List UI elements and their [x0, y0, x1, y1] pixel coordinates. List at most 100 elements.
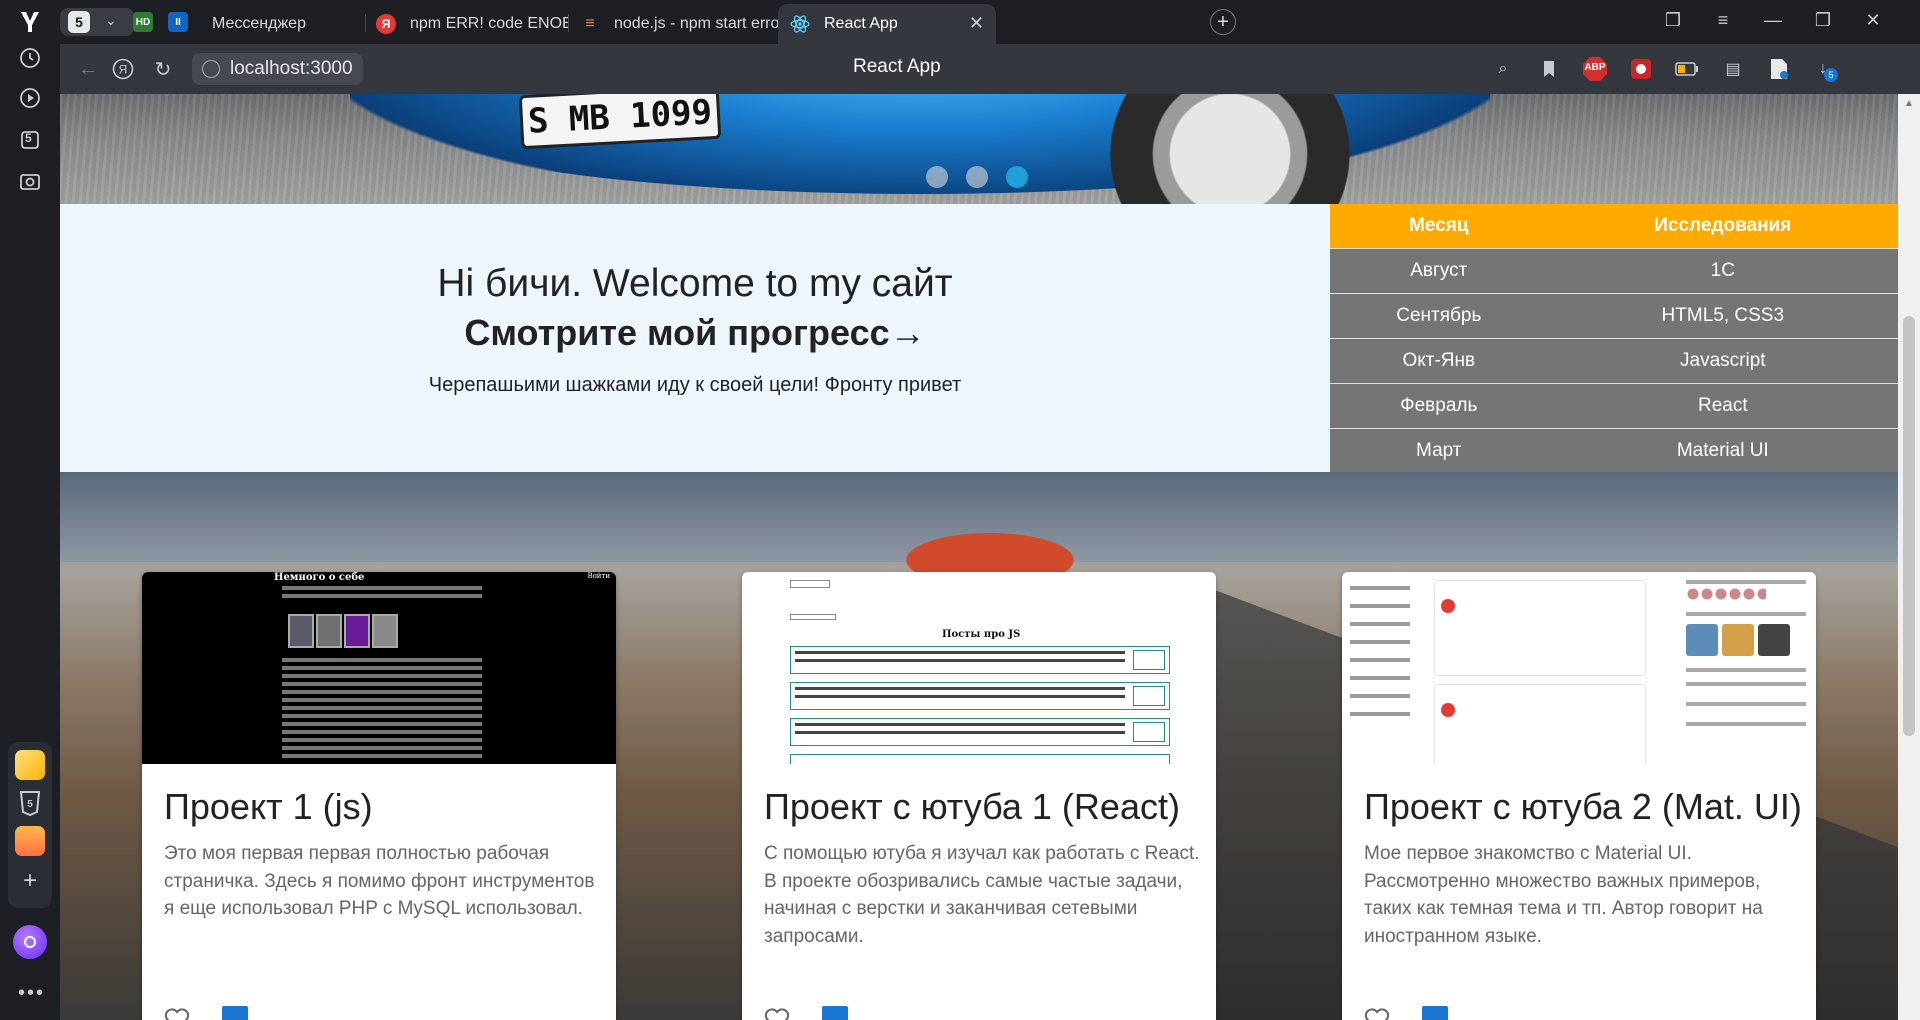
carousel-dot-1[interactable] — [926, 166, 948, 188]
browser-sidebar: 5 5 + ••• — [0, 0, 60, 1020]
thumb-title: Немного о себе — [274, 572, 365, 583]
menu-icon[interactable]: ≡ — [1710, 10, 1736, 31]
tab-label: React App — [824, 15, 898, 32]
yandex-favicon: Я — [376, 14, 396, 34]
project-card-1[interactable]: Немного о себе Войти Проект 1 (js) Это м… — [142, 572, 616, 1020]
bookmark-icon[interactable] — [1536, 56, 1562, 82]
table-row: Февраль React — [1330, 382, 1898, 428]
history-icon[interactable] — [15, 43, 45, 73]
svg-text:5: 5 — [27, 799, 33, 810]
tab-node-npm-start[interactable]: ≡ node.js - npm start errors w — [568, 4, 778, 44]
alice-assistant-icon[interactable] — [13, 925, 47, 959]
project-card-3[interactable]: Проект с ютуба 2 (Mat. UI) Мое первое зн… — [1342, 572, 1816, 1020]
tab-messenger[interactable]: Мессенджер — [200, 4, 370, 44]
page-scrollbar[interactable]: ▲ — [1898, 94, 1920, 1020]
web-page: S MB 1099 Hi бичи. Welcome to my сайт См… — [60, 94, 1898, 1020]
project-description: Мое первое знакомство с Material UI. Рас… — [1364, 843, 1763, 947]
table-header-month: Месяц — [1330, 204, 1548, 248]
table-row: Окт-Янв Javascript — [1330, 337, 1898, 383]
collections-icon[interactable]: ❐ — [1660, 10, 1686, 31]
table-row: Сентябрь HTML5, CSS3 — [1330, 292, 1898, 338]
table-cell-topic: Material UI — [1547, 427, 1898, 473]
table-header-research: Исследования — [1547, 204, 1898, 248]
scroll-up-icon[interactable]: ▲ — [1904, 98, 1914, 109]
site-info-icon[interactable] — [202, 60, 220, 78]
carousel-dot-3-active[interactable] — [1006, 166, 1028, 188]
carousel-indicators — [926, 166, 1028, 188]
tab-count-button[interactable]: 5 ⌄ — [60, 8, 134, 36]
url-field[interactable]: localhost:3000 — [192, 53, 363, 85]
favorite-icon[interactable] — [764, 1006, 790, 1020]
hd-pinned-tab-icon[interactable]: HD — [133, 12, 153, 32]
car-wheel-image — [1110, 94, 1350, 204]
close-tab-icon[interactable]: ✕ — [969, 13, 984, 34]
tab-react-app[interactable]: React App ✕ — [778, 4, 996, 44]
welcome-heading: Hi бичи. Welcome to my сайт — [437, 262, 953, 305]
projects-section: Немного о себе Войти Проект 1 (js) Это м… — [60, 472, 1898, 1020]
tab-label: node.js - npm start errors w — [614, 15, 778, 32]
project-1-screenshot: Немного о себе Войти — [142, 572, 616, 764]
welcome-subtitle: Черепашьими шажками иду к своей цели! Фр… — [428, 374, 962, 396]
table-cell-topic: HTML5, CSS3 — [1547, 292, 1898, 338]
table-cell-month: Окт-Янв — [1330, 337, 1548, 383]
pause-pinned-tab-icon[interactable]: II — [168, 12, 188, 32]
chevron-down-icon: ⌄ — [105, 12, 117, 28]
tab-strip: 5 ⌄ HD II Мессенджер Я npm ERR! code ENO… — [60, 0, 1920, 44]
project-card-2[interactable]: Посты про JS Проект с ютуба 1 (React) С … — [742, 572, 1216, 1020]
adblock-plus-icon[interactable]: ABP — [1582, 56, 1608, 82]
downloads-badge: 5 — [1824, 68, 1838, 82]
tab-label: npm ERR! code ENOENT npm — [410, 15, 568, 32]
browser-logo-icon[interactable] — [14, 8, 46, 36]
downloads-icon[interactable]: ↓ 5 — [1810, 56, 1838, 82]
reader-icon[interactable]: ▤ — [1720, 56, 1746, 82]
battery-saver-icon[interactable] — [1674, 56, 1700, 82]
progress-link[interactable]: Смотрите мой прогресс→ — [60, 312, 1330, 354]
close-window-icon[interactable]: ✕ — [1860, 10, 1886, 31]
restore-icon[interactable]: ❐ — [1810, 10, 1836, 31]
table-cell-month: Февраль — [1330, 382, 1548, 428]
project-title: Проект с ютуба 1 (React) — [764, 786, 1180, 827]
url-text: localhost:3000 — [230, 58, 353, 79]
minimize-icon[interactable]: — — [1760, 10, 1786, 31]
document-extension-icon[interactable] — [1766, 56, 1792, 82]
table-cell-topic: Javascript — [1547, 337, 1898, 383]
thumb-title: Посты про JS — [942, 629, 1021, 640]
react-favicon — [790, 14, 810, 34]
notes-app-icon[interactable] — [15, 750, 45, 780]
screenshot-icon[interactable] — [15, 166, 45, 196]
favorite-icon[interactable] — [1364, 1006, 1390, 1020]
more-icon[interactable]: ••• — [18, 982, 45, 1005]
html5-icon[interactable]: 5 — [15, 788, 45, 818]
yandex-icon[interactable]: Я — [110, 56, 136, 82]
svg-text:Я: Я — [119, 63, 128, 77]
play-video-icon[interactable] — [15, 83, 45, 113]
table-cell-topic: 1С — [1547, 247, 1898, 293]
back-icon[interactable]: ← — [75, 56, 101, 82]
table-row: Август 1С — [1330, 247, 1898, 293]
carousel-dot-2[interactable] — [966, 166, 988, 188]
open-project-icon[interactable] — [822, 1006, 848, 1020]
welcome-section: Hi бичи. Welcome to my сайт Смотрите мой… — [60, 204, 1330, 472]
add-app-icon[interactable]: + — [15, 866, 45, 896]
tab-npm-err[interactable]: Я npm ERR! code ENOENT npm — [364, 4, 568, 44]
scrollbar-thumb[interactable] — [1903, 316, 1915, 736]
sidebar-app-dock: 5 + — [8, 742, 52, 908]
zoom-search-icon[interactable]: ⌕ — [1490, 56, 1516, 82]
study-progress-table: Месяц Исследования Август 1С Сентябрь HT… — [1330, 204, 1898, 473]
extension-red-icon[interactable] — [1628, 56, 1654, 82]
thumb-login: Войти — [587, 572, 610, 580]
tab-label: Мессенджер — [212, 15, 306, 32]
project-description: С помощью ютуба я изучал как работать с … — [764, 843, 1200, 947]
tab-count: 5 — [68, 11, 90, 33]
project-2-screenshot: Посты про JS — [742, 572, 1216, 764]
project-3-screenshot — [1342, 572, 1816, 764]
adblock-label: ABP — [1584, 62, 1606, 73]
tab-group-count: 5 — [25, 131, 32, 145]
mail-app-icon[interactable] — [15, 826, 45, 856]
open-project-icon[interactable] — [222, 1006, 248, 1020]
new-tab-button[interactable]: + — [1210, 9, 1236, 35]
tab-group-icon[interactable]: 5 — [15, 125, 45, 155]
favorite-icon[interactable] — [164, 1006, 190, 1020]
open-project-icon[interactable] — [1422, 1006, 1448, 1020]
reload-icon[interactable]: ↻ — [150, 56, 176, 82]
